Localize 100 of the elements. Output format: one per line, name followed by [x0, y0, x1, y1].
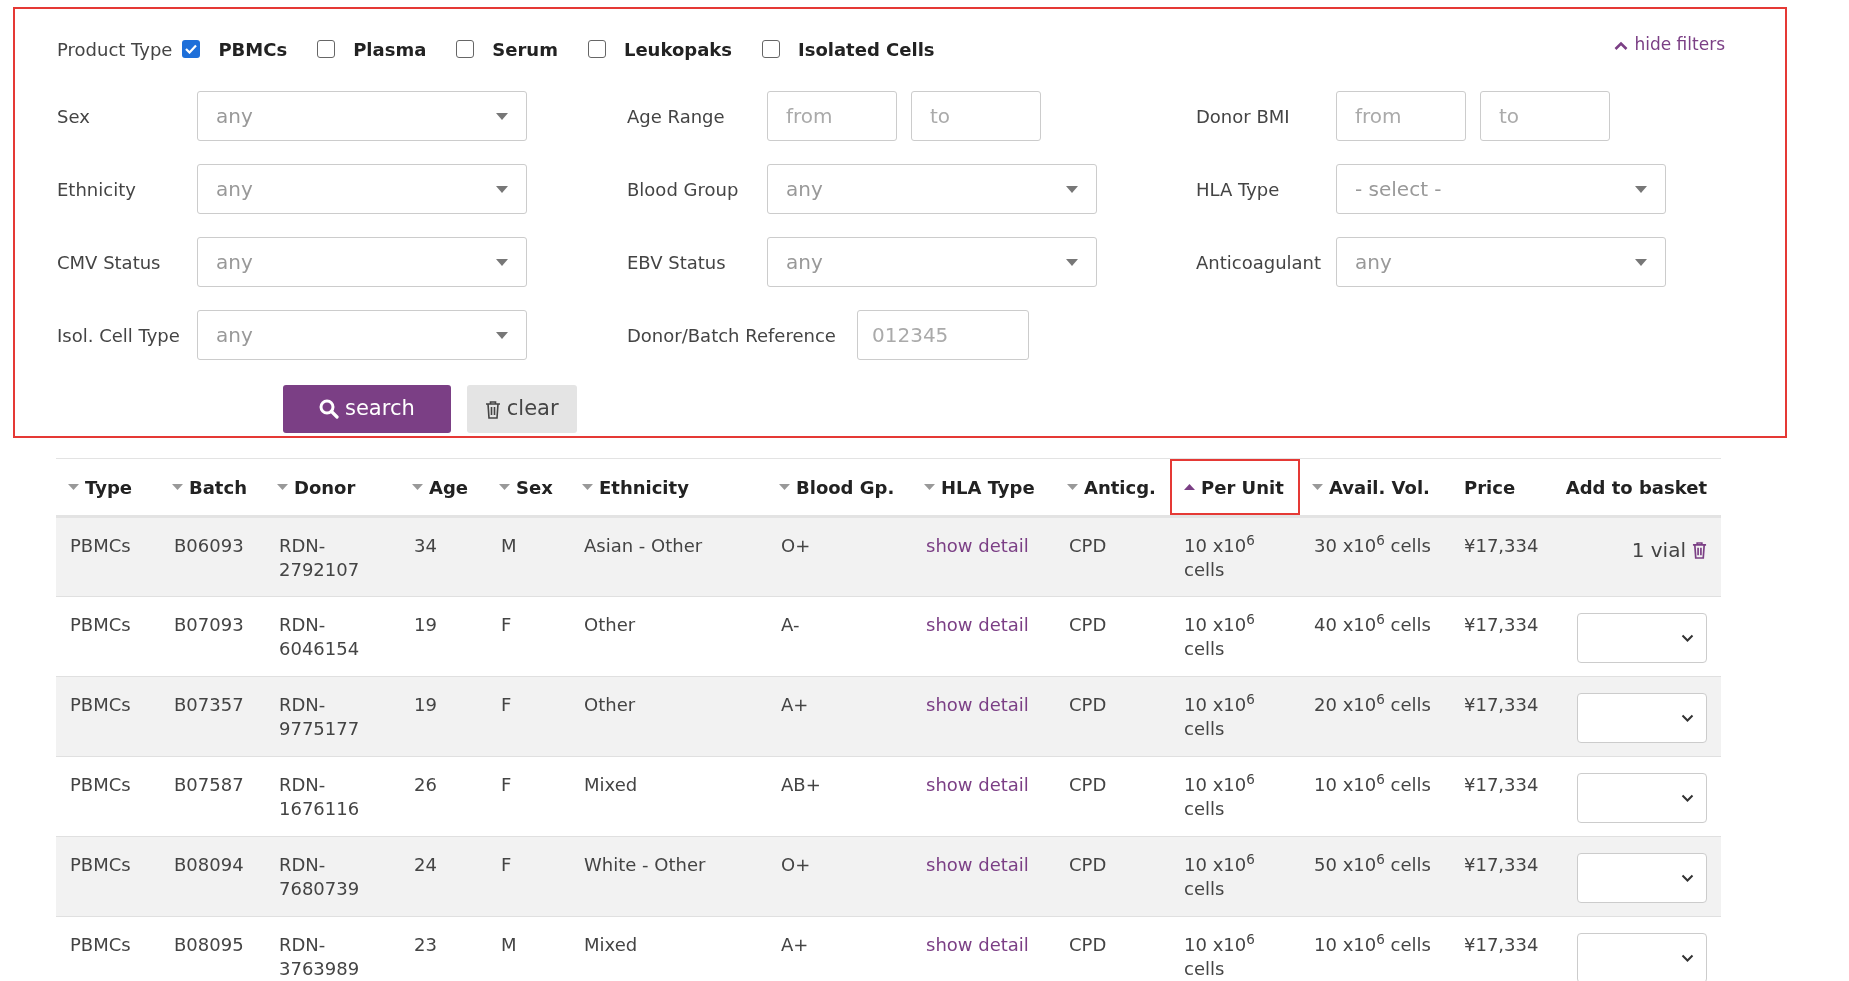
show-detail-link[interactable]: show detail — [926, 535, 1029, 556]
dropdown-caret-icon — [1635, 185, 1647, 193]
column-header[interactable]: Type — [56, 459, 146, 515]
filter-label: EBV Status — [627, 250, 727, 275]
column-header[interactable]: Sex — [487, 459, 567, 515]
table-cell: 10 x10$^{6}$ cells — [1300, 756, 1450, 837]
table-cell: 34 — [400, 516, 487, 597]
column-header[interactable]: Per Unit — [1170, 459, 1300, 515]
table-cell: 50 x10$^{6}$ cells — [1300, 836, 1450, 917]
table-cell: F — [487, 756, 570, 837]
table-cell: A+ — [767, 676, 912, 757]
show-detail-link[interactable]: show detail — [926, 774, 1029, 795]
filter-label: Ethnicity — [57, 177, 137, 202]
show-detail-link[interactable]: show detail — [926, 934, 1029, 955]
chevron-up-icon — [1614, 40, 1629, 50]
table-cell: 40 x10$^{6}$ cells — [1300, 596, 1450, 677]
table-cell: ¥17,334 — [1450, 916, 1550, 981]
table-cell: 20 x10$^{6}$ cells — [1300, 676, 1450, 757]
reference-field[interactable]: 012345 — [857, 310, 1029, 360]
table-cell: 10 x10$^{6}$ cells — [1170, 916, 1300, 981]
product-checkbox[interactable]: Serum — [456, 35, 558, 63]
column-header[interactable]: Batch — [160, 459, 261, 515]
range-from-field[interactable]: from — [767, 91, 897, 141]
product-checkbox[interactable]: Leukopaks — [587, 35, 732, 63]
table-cell: White - Other — [570, 836, 767, 917]
clear-button[interactable]: clear — [466, 385, 577, 433]
chevron-down-icon — [1681, 794, 1694, 802]
dropdown-caret-icon — [1635, 258, 1647, 266]
sort-down-icon — [499, 484, 510, 490]
table-cell: 10 x10$^{6}$ cells — [1170, 756, 1300, 837]
product-checkbox[interactable]: Isolated Cells — [762, 35, 935, 63]
table-cell: PBMCs — [56, 596, 160, 677]
table-cell: CPD — [1055, 516, 1170, 597]
quantity-dropdown[interactable] — [1577, 613, 1707, 663]
sort-down-icon — [1312, 484, 1323, 490]
range-to-field[interactable]: to — [1480, 91, 1610, 141]
filter-label: Donor BMI — [1196, 104, 1291, 129]
range-from-field[interactable]: from — [1336, 91, 1466, 141]
quantity-dropdown[interactable] — [1577, 773, 1707, 823]
dropdown-caret-icon — [496, 331, 508, 339]
table-cell: 10 x10$^{6}$ cells — [1300, 916, 1450, 981]
range-to-field[interactable]: to — [911, 91, 1041, 141]
trash-icon[interactable] — [1692, 541, 1707, 559]
table-cell: RDN-1676116 — [265, 756, 400, 837]
table-cell: RDN-7680739 — [265, 836, 400, 917]
column-header[interactable]: HLA Type — [912, 459, 1049, 515]
table-cell: RDN-6046154 — [265, 596, 400, 677]
table-cell: F — [487, 596, 570, 677]
table-cell: CPD — [1055, 676, 1170, 757]
search-icon — [319, 399, 339, 419]
sort-down-icon — [779, 484, 790, 490]
table-cell: A- — [767, 596, 912, 677]
table-cell: 10 x10$^{6}$ cells — [1170, 836, 1300, 917]
product-checkbox[interactable]: Plasma — [317, 35, 427, 63]
column-header[interactable]: Price — [1450, 459, 1530, 515]
dropdown-caret-icon — [1066, 258, 1078, 266]
table-cell: RDN-2792107 — [265, 516, 400, 597]
table-cell: A+ — [767, 916, 912, 981]
table-cell: Other — [570, 676, 767, 757]
table-cell: B07093 — [160, 596, 265, 677]
table-cell: AB+ — [767, 756, 912, 837]
product-type-label: Product Type — [57, 37, 173, 62]
show-detail-link[interactable]: show detail — [926, 614, 1029, 635]
filter-label: Sex — [57, 104, 91, 129]
filter-label: Age Range — [627, 104, 726, 129]
product-checkbox[interactable]: PBMCs — [182, 35, 288, 63]
table-cell: B08095 — [160, 916, 265, 981]
quantity-dropdown[interactable] — [1577, 933, 1707, 981]
chevron-down-icon — [1681, 634, 1694, 642]
table-cell: Asian - Other — [570, 516, 767, 597]
show-detail-link[interactable]: show detail — [926, 694, 1029, 715]
column-header[interactable]: Anticg. — [1055, 459, 1170, 515]
table-cell: ¥17,334 — [1450, 836, 1550, 917]
chevron-down-icon — [1681, 874, 1694, 882]
table-cell: ¥17,334 — [1450, 756, 1550, 837]
column-header[interactable]: Add to basket — [1551, 459, 1721, 515]
table-cell: F — [487, 676, 570, 757]
table-cell: ¥17,334 — [1450, 596, 1550, 677]
table-cell: RDN-9775177 — [265, 676, 400, 757]
dropdown-caret-icon — [496, 185, 508, 193]
column-header[interactable]: Donor — [265, 459, 370, 515]
table-cell: M — [487, 516, 570, 597]
hide-filters-link[interactable]: hide filters — [1614, 32, 1725, 58]
show-detail-link[interactable]: show detail — [926, 854, 1029, 875]
table-cell: B07587 — [160, 756, 265, 837]
dropdown-caret-icon — [1066, 185, 1078, 193]
chevron-down-icon — [1681, 714, 1694, 722]
table-cell: 24 — [400, 836, 487, 917]
column-header[interactable]: Blood Gp. — [767, 459, 909, 515]
quantity-dropdown[interactable] — [1577, 693, 1707, 743]
quantity-dropdown[interactable] — [1577, 853, 1707, 903]
column-header[interactable]: Ethnicity — [570, 459, 703, 515]
column-header[interactable]: Avail. Vol. — [1300, 459, 1444, 515]
search-button[interactable]: search — [283, 385, 451, 433]
table-cell: PBMCs — [56, 756, 160, 837]
dropdown-caret-icon — [496, 258, 508, 266]
table-cell: 19 — [400, 596, 487, 677]
table-cell: PBMCs — [56, 676, 160, 757]
table-cell: 10 x10$^{6}$ cells — [1170, 676, 1300, 757]
column-header[interactable]: Age — [400, 459, 483, 515]
